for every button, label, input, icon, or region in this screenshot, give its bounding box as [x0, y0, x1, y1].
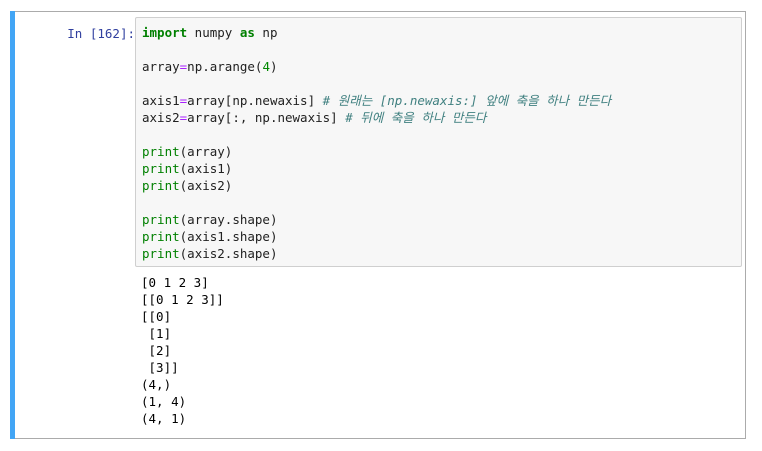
builtin-function: print: [142, 246, 180, 261]
builtin-function: print: [142, 161, 180, 176]
code-editor[interactable]: import numpy as np array=np.arange(4) ax…: [135, 17, 742, 267]
builtin-function: print: [142, 144, 180, 159]
selected-cell-indicator: [10, 11, 15, 439]
builtin-function: print: [142, 178, 180, 193]
number-literal: 4: [262, 59, 270, 74]
code-token: (axis2.shape): [179, 246, 278, 261]
code-token: np.arange(: [187, 59, 263, 74]
output-line: [[0]: [141, 309, 172, 324]
output-line: [1]: [141, 326, 172, 341]
keyword: import: [142, 25, 188, 40]
code-token: (axis2): [179, 178, 233, 193]
code-cell[interactable]: In [162]: import numpy as np array=np.ar…: [10, 11, 746, 439]
code-token: (array.shape): [179, 212, 278, 227]
code-comment: # 뒤에 축을 하나 만든다: [345, 110, 487, 125]
code-token: (array): [179, 144, 233, 159]
code-token: array: [142, 59, 180, 74]
code-token: np: [254, 25, 278, 40]
builtin-function: print: [142, 212, 180, 227]
output-line: [[0 1 2 3]]: [141, 292, 224, 307]
output-line: (1, 4): [141, 394, 187, 409]
code-token: array[:, np.newaxis]: [187, 110, 346, 125]
code-text[interactable]: import numpy as np array=np.arange(4) ax…: [142, 24, 611, 262]
code-token: array[np.newaxis]: [187, 93, 323, 108]
input-prompt: In [162]:: [67, 26, 135, 41]
code-token: ): [269, 59, 278, 74]
output-line: [0 1 2 3]: [141, 275, 209, 290]
output-text: [0 1 2 3] [[0 1 2 3]] [[0] [1] [2] [3]] …: [141, 274, 224, 427]
output-line: [2]: [141, 343, 172, 358]
output-line: [3]]: [141, 360, 179, 375]
code-token: (axis1.shape): [179, 229, 278, 244]
code-token: numpy: [187, 25, 240, 40]
keyword: as: [239, 25, 255, 40]
cell-output: [0 1 2 3] [[0 1 2 3]] [[0] [1] [2] [3]] …: [135, 272, 742, 432]
builtin-function: print: [142, 229, 180, 244]
code-token: (axis1): [179, 161, 233, 176]
code-token: axis2: [142, 110, 180, 125]
output-line: (4,): [141, 377, 172, 392]
code-token: axis1: [142, 93, 180, 108]
code-comment: # 원래는 [np.newaxis:] 앞에 축을 하나 만든다: [322, 93, 612, 108]
output-line: (4, 1): [141, 411, 187, 426]
